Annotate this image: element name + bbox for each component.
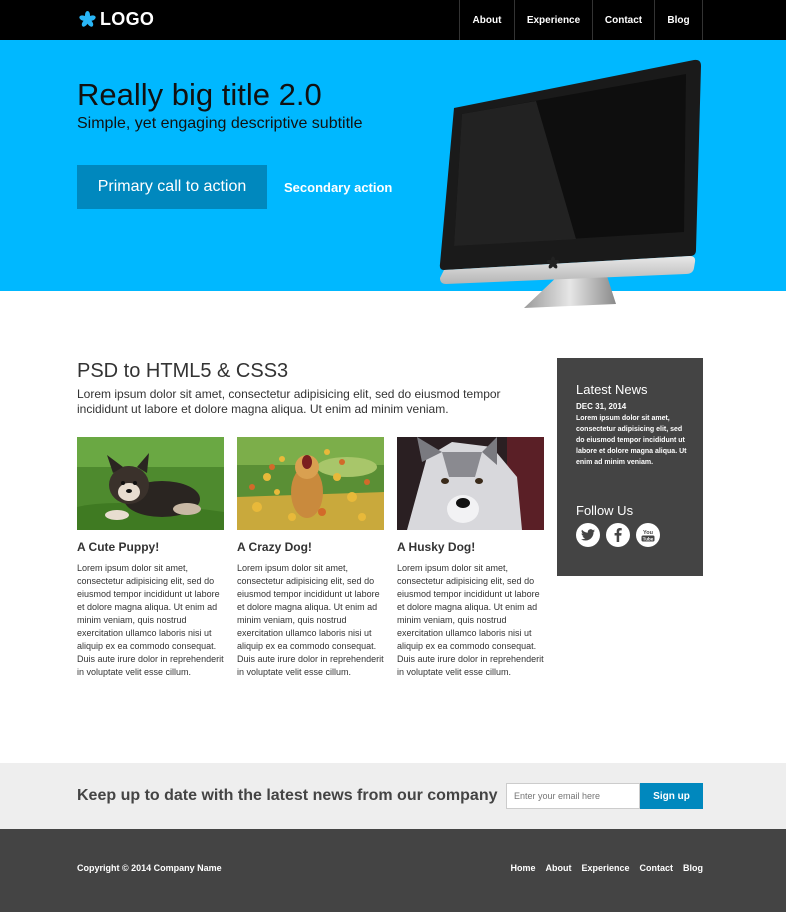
asterisk-logo-icon (79, 10, 96, 27)
youtube-label-tube: Tube (643, 536, 654, 541)
logo-text: LOGO (100, 8, 155, 29)
card-text: Lorem ipsum dolor sit amet, consectetur … (397, 563, 544, 677)
card-text: Lorem ipsum dolor sit amet, consectetur … (237, 563, 384, 677)
newsletter-text: Keep up to date with the latest news fro… (77, 787, 498, 804)
top-header: LOGO About Experience Contact Blog (0, 0, 786, 40)
footer: Copyright © 2014 Company Name Home About… (0, 829, 786, 912)
secondary-action-link[interactable]: Secondary action (284, 180, 392, 195)
follow-us-heading: Follow Us (576, 503, 634, 518)
husky-image[interactable] (397, 437, 544, 530)
main-nav: About Experience Contact Blog (459, 0, 703, 40)
news-date: DEC 31, 2014 (576, 402, 627, 411)
hero-subtitle: Simple, yet engaging descriptive subtitl… (77, 115, 363, 132)
hero-title: Really big title 2.0 (77, 77, 322, 112)
section-title: PSD to HTML5 & CSS3 (77, 360, 289, 382)
facebook-icon[interactable] (606, 523, 630, 547)
nav-item-blog[interactable]: Blog (654, 0, 703, 40)
twitter-icon[interactable] (576, 523, 600, 547)
puppy-image[interactable] (77, 437, 224, 530)
logo[interactable]: LOGO (79, 8, 154, 30)
footer-link-blog[interactable]: Blog (683, 863, 703, 873)
section-intro: Lorem ipsum dolor sit amet, consectetur … (77, 387, 501, 416)
latest-news-heading: Latest News (576, 382, 648, 397)
email-input[interactable] (506, 783, 640, 809)
crazy-dog-image[interactable] (237, 437, 384, 530)
card-text: Lorem ipsum dolor sit amet, consectetur … (77, 563, 224, 677)
nav-item-about[interactable]: About (459, 0, 514, 40)
footer-link-experience[interactable]: Experience (581, 863, 629, 873)
youtube-icon[interactable]: You Tube (636, 523, 660, 547)
nav-item-experience[interactable]: Experience (514, 0, 592, 40)
social-links: You Tube (576, 523, 666, 547)
footer-nav: Home About Experience Contact Blog (500, 863, 703, 873)
card-title: A Husky Dog! (397, 540, 476, 554)
footer-link-home[interactable]: Home (510, 863, 535, 873)
nav-item-contact[interactable]: Contact (592, 0, 654, 40)
sidebar-panel: Latest News DEC 31, 2014 Lorem ipsum dol… (557, 358, 703, 576)
primary-cta-button[interactable]: Primary call to action (77, 165, 267, 209)
footer-link-about[interactable]: About (545, 863, 571, 873)
card-crazy-dog: A Crazy Dog! Lorem ipsum dolor sit amet,… (237, 437, 384, 679)
footer-link-contact[interactable]: Contact (640, 863, 674, 873)
card-title: A Crazy Dog! (237, 540, 312, 554)
sign-up-button[interactable]: Sign up (640, 783, 703, 809)
youtube-label-you: You (643, 530, 653, 536)
card-husky-dog: A Husky Dog! Lorem ipsum dolor sit amet,… (397, 437, 544, 679)
copyright-text: Copyright © 2014 Company Name (77, 863, 222, 873)
card-title: A Cute Puppy! (77, 540, 160, 554)
monitor-illustration (439, 59, 701, 308)
news-text: Lorem ipsum dolor sit amet, consectetur … (576, 415, 687, 466)
newsletter-bar: Keep up to date with the latest news fro… (0, 763, 786, 829)
card-cute-puppy: A Cute Puppy! Lorem ipsum dolor sit amet… (77, 437, 224, 679)
